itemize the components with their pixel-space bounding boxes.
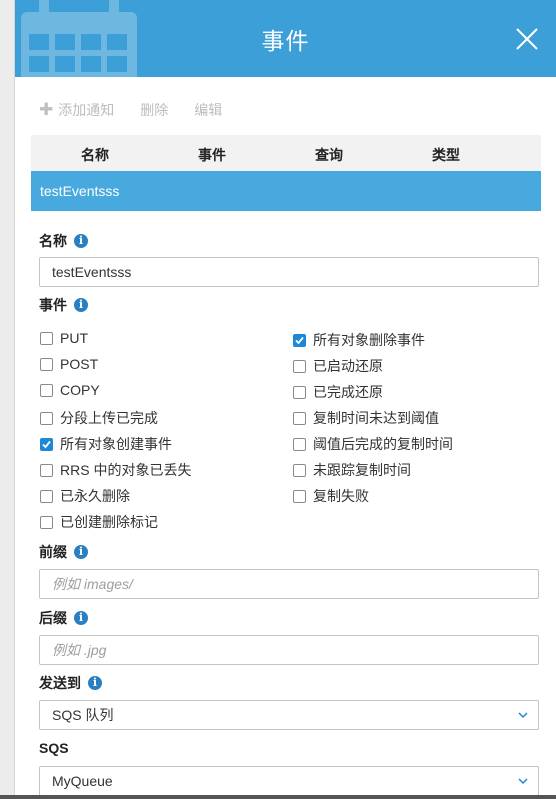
event-checkbox-label: 所有对象创建事件	[60, 436, 172, 452]
checkbox-icon[interactable]	[40, 463, 53, 477]
checkbox-icon[interactable]	[293, 437, 306, 451]
checkbox-icon[interactable]	[40, 489, 53, 503]
event-checkbox[interactable]: 复制失败	[293, 486, 369, 506]
checkbox-icon[interactable]	[40, 357, 53, 371]
event-checkbox[interactable]: COPY	[40, 382, 100, 398]
checkbox-checked-icon[interactable]	[293, 333, 306, 347]
add-notification-button[interactable]: ✚ 添加通知	[39, 100, 114, 120]
left-background-strip	[0, 0, 15, 799]
close-icon[interactable]	[516, 28, 538, 50]
event-checkbox[interactable]: 已完成还原	[293, 382, 383, 402]
event-checkbox-label: PUT	[60, 330, 88, 346]
event-checkbox[interactable]: 阈值后完成的复制时间	[293, 434, 453, 454]
event-checkbox[interactable]: PUT	[40, 330, 88, 346]
checkbox-icon[interactable]	[293, 359, 306, 373]
column-header-name[interactable]: 名称	[81, 145, 109, 165]
suffix-input[interactable]: 例如 .jpg	[39, 635, 539, 665]
sqs-value: MyQueue	[52, 773, 113, 789]
send-to-label-text: 发送到	[39, 675, 81, 691]
checkbox-icon[interactable]	[293, 385, 306, 399]
event-checkbox[interactable]: POST	[40, 356, 98, 372]
checkbox-icon[interactable]	[40, 383, 53, 397]
event-checkbox[interactable]: 所有对象创建事件	[40, 434, 172, 454]
checkbox-icon[interactable]	[40, 331, 53, 345]
checkbox-icon[interactable]	[40, 411, 53, 425]
event-checkbox[interactable]: 未跟踪复制时间	[293, 460, 411, 480]
sqs-label: SQS	[39, 740, 69, 756]
event-checkbox-label: 已创建删除标记	[60, 514, 158, 530]
column-header-type[interactable]: 类型	[432, 145, 460, 165]
suffix-label: 后缀 i	[39, 608, 88, 628]
info-icon[interactable]: i	[74, 611, 88, 625]
table-row-name: testEventsss	[40, 183, 120, 199]
event-checkbox-label: COPY	[60, 382, 100, 398]
add-notification-label: 添加通知	[58, 102, 115, 118]
toolbar: ✚ 添加通知 删除 编辑	[39, 100, 248, 120]
chevron-down-icon	[518, 712, 528, 719]
column-header-query[interactable]: 查询	[315, 145, 343, 165]
send-to-label: 发送到 i	[39, 673, 102, 693]
edit-button[interactable]: 编辑	[194, 100, 222, 120]
prefix-label: 前缀 i	[39, 542, 88, 562]
event-checkbox-label: 未跟踪复制时间	[313, 462, 411, 478]
event-checkbox[interactable]: 已创建删除标记	[40, 512, 158, 532]
name-label: 名称 i	[39, 231, 88, 251]
event-checkbox[interactable]: 已永久删除	[40, 486, 130, 506]
panel-header: 事件	[15, 0, 556, 77]
events-label: 事件 i	[39, 295, 88, 315]
events-panel: 事件 ✚ 添加通知 删除 编辑 名称 事件 查询 类型 testEventsss…	[15, 0, 556, 799]
event-checkbox-label: 阈值后完成的复制时间	[313, 436, 453, 452]
event-checkbox[interactable]: RRS 中的对象已丢失	[40, 460, 191, 480]
event-checkbox[interactable]: 复制时间未达到阈值	[293, 408, 439, 428]
suffix-label-text: 后缀	[39, 610, 67, 626]
checkbox-icon[interactable]	[293, 411, 306, 425]
info-icon[interactable]: i	[88, 676, 102, 690]
column-header-events[interactable]: 事件	[198, 145, 226, 165]
prefix-input[interactable]: 例如 images/	[39, 569, 539, 599]
name-input[interactable]: testEventsss	[39, 257, 539, 287]
sqs-select[interactable]: MyQueue	[39, 766, 539, 796]
checkbox-icon[interactable]	[293, 463, 306, 477]
event-checkbox-label: 所有对象删除事件	[313, 332, 425, 348]
table-row-selected[interactable]: testEventsss	[31, 171, 541, 211]
event-checkbox-label: 已永久删除	[60, 488, 130, 504]
event-checkbox-label: 已启动还原	[313, 358, 383, 374]
info-icon[interactable]: i	[74, 234, 88, 248]
event-checkbox[interactable]: 分段上传已完成	[40, 408, 158, 428]
event-checkbox-label: 分段上传已完成	[60, 410, 158, 426]
info-icon[interactable]: i	[74, 298, 88, 312]
checkbox-icon[interactable]	[293, 489, 306, 503]
events-label-text: 事件	[39, 297, 67, 313]
info-icon[interactable]: i	[74, 545, 88, 559]
name-label-text: 名称	[39, 233, 67, 249]
plus-icon: ✚	[39, 100, 54, 119]
send-to-select[interactable]: SQS 队列	[39, 700, 539, 730]
event-checkbox-label: RRS 中的对象已丢失	[60, 462, 192, 478]
event-checkbox-label: 复制时间未达到阈值	[313, 410, 439, 426]
checkbox-icon[interactable]	[40, 515, 53, 529]
checkbox-checked-icon[interactable]	[40, 437, 53, 451]
send-to-value: SQS 队列	[52, 707, 114, 723]
delete-button[interactable]: 删除	[140, 100, 168, 120]
event-checkbox[interactable]: 所有对象删除事件	[293, 330, 425, 350]
delete-label: 删除	[140, 102, 169, 118]
chevron-down-icon	[518, 778, 528, 785]
panel-title: 事件	[261, 28, 310, 54]
event-checkbox-label: POST	[60, 356, 99, 372]
event-checkbox-label: 已完成还原	[313, 384, 383, 400]
event-checkbox-label: 复制失败	[313, 488, 369, 504]
edit-label: 编辑	[194, 102, 223, 118]
bottom-scrollbar[interactable]	[0, 795, 556, 799]
table-header: 名称 事件 查询 类型	[31, 135, 541, 171]
sqs-label-text: SQS	[39, 740, 69, 756]
event-checkbox[interactable]: 已启动还原	[293, 356, 383, 376]
prefix-label-text: 前缀	[39, 544, 67, 560]
